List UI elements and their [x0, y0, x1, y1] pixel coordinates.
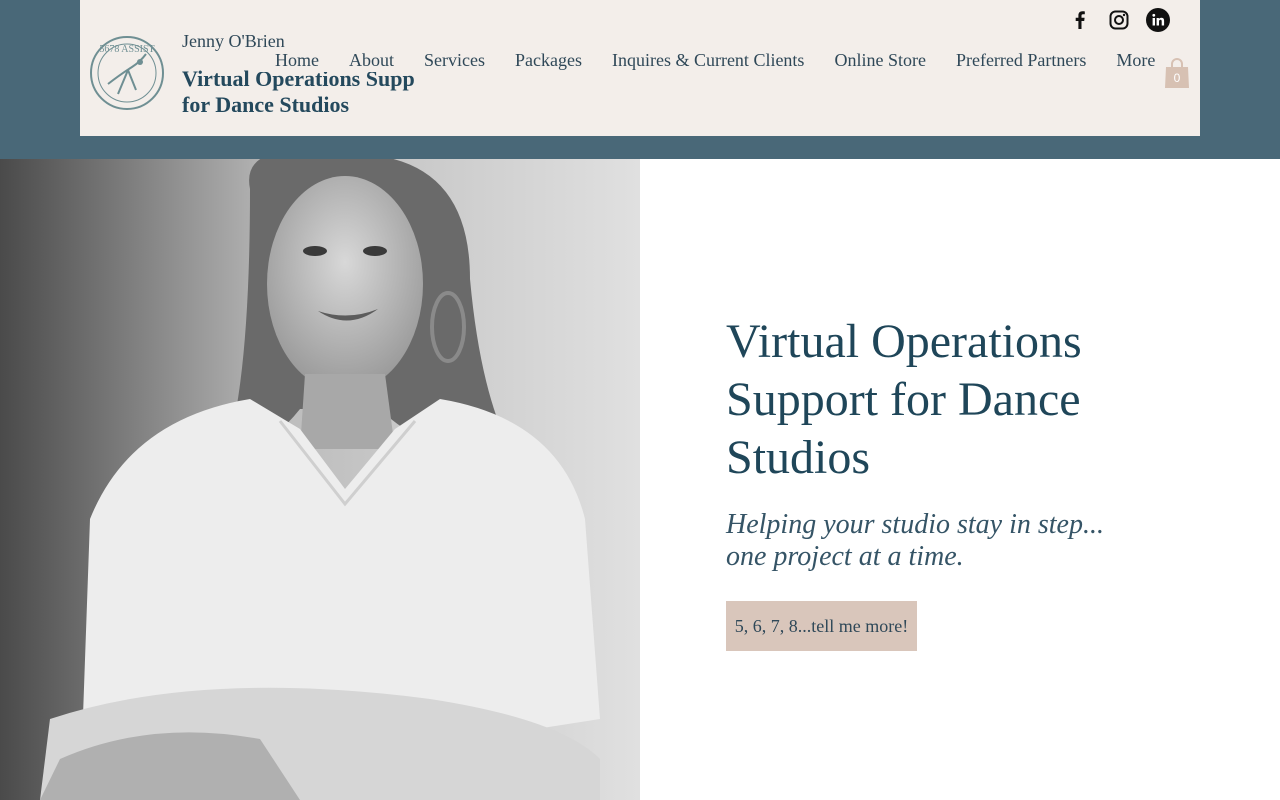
cart-count: 0	[1173, 71, 1181, 85]
nav-preferred-partners[interactable]: Preferred Partners	[941, 48, 1101, 72]
main-nav: Home About Services Packages Inquires & …	[260, 48, 1171, 72]
tell-me-more-button[interactable]: 5, 6, 7, 8...tell me more!	[726, 601, 917, 651]
cart-button[interactable]: 0	[1163, 56, 1191, 90]
hero-subheading: Helping your studio stay in step... one …	[726, 509, 1104, 572]
site-tagline[interactable]: Virtual Operations Supp for Dance Studio…	[182, 66, 422, 118]
linkedin-icon[interactable]	[1146, 8, 1170, 32]
hero-text: Virtual Operations Support for Dance Stu…	[726, 313, 1146, 573]
nav-inquires[interactable]: Inquires & Current Clients	[597, 48, 819, 72]
nav-services[interactable]: Services	[409, 48, 500, 72]
nav-about[interactable]: About	[334, 48, 409, 72]
hero-portrait-photo	[0, 159, 640, 800]
site-header: 5678 ASSIST Jenny O'Brien Virtual Operat…	[80, 0, 1200, 136]
nav-more[interactable]: More	[1101, 48, 1170, 72]
nav-home[interactable]: Home	[260, 48, 334, 72]
logo-text: 5678 ASSIST	[99, 44, 154, 55]
site-logo[interactable]: 5678 ASSIST	[88, 34, 166, 112]
facebook-icon[interactable]	[1068, 8, 1092, 32]
hero-heading: Virtual Operations Support for Dance Stu…	[726, 315, 1082, 484]
nav-packages[interactable]: Packages	[500, 48, 597, 72]
instagram-icon[interactable]	[1107, 8, 1131, 32]
social-links	[1068, 8, 1170, 32]
nav-online-store[interactable]: Online Store	[819, 48, 941, 72]
